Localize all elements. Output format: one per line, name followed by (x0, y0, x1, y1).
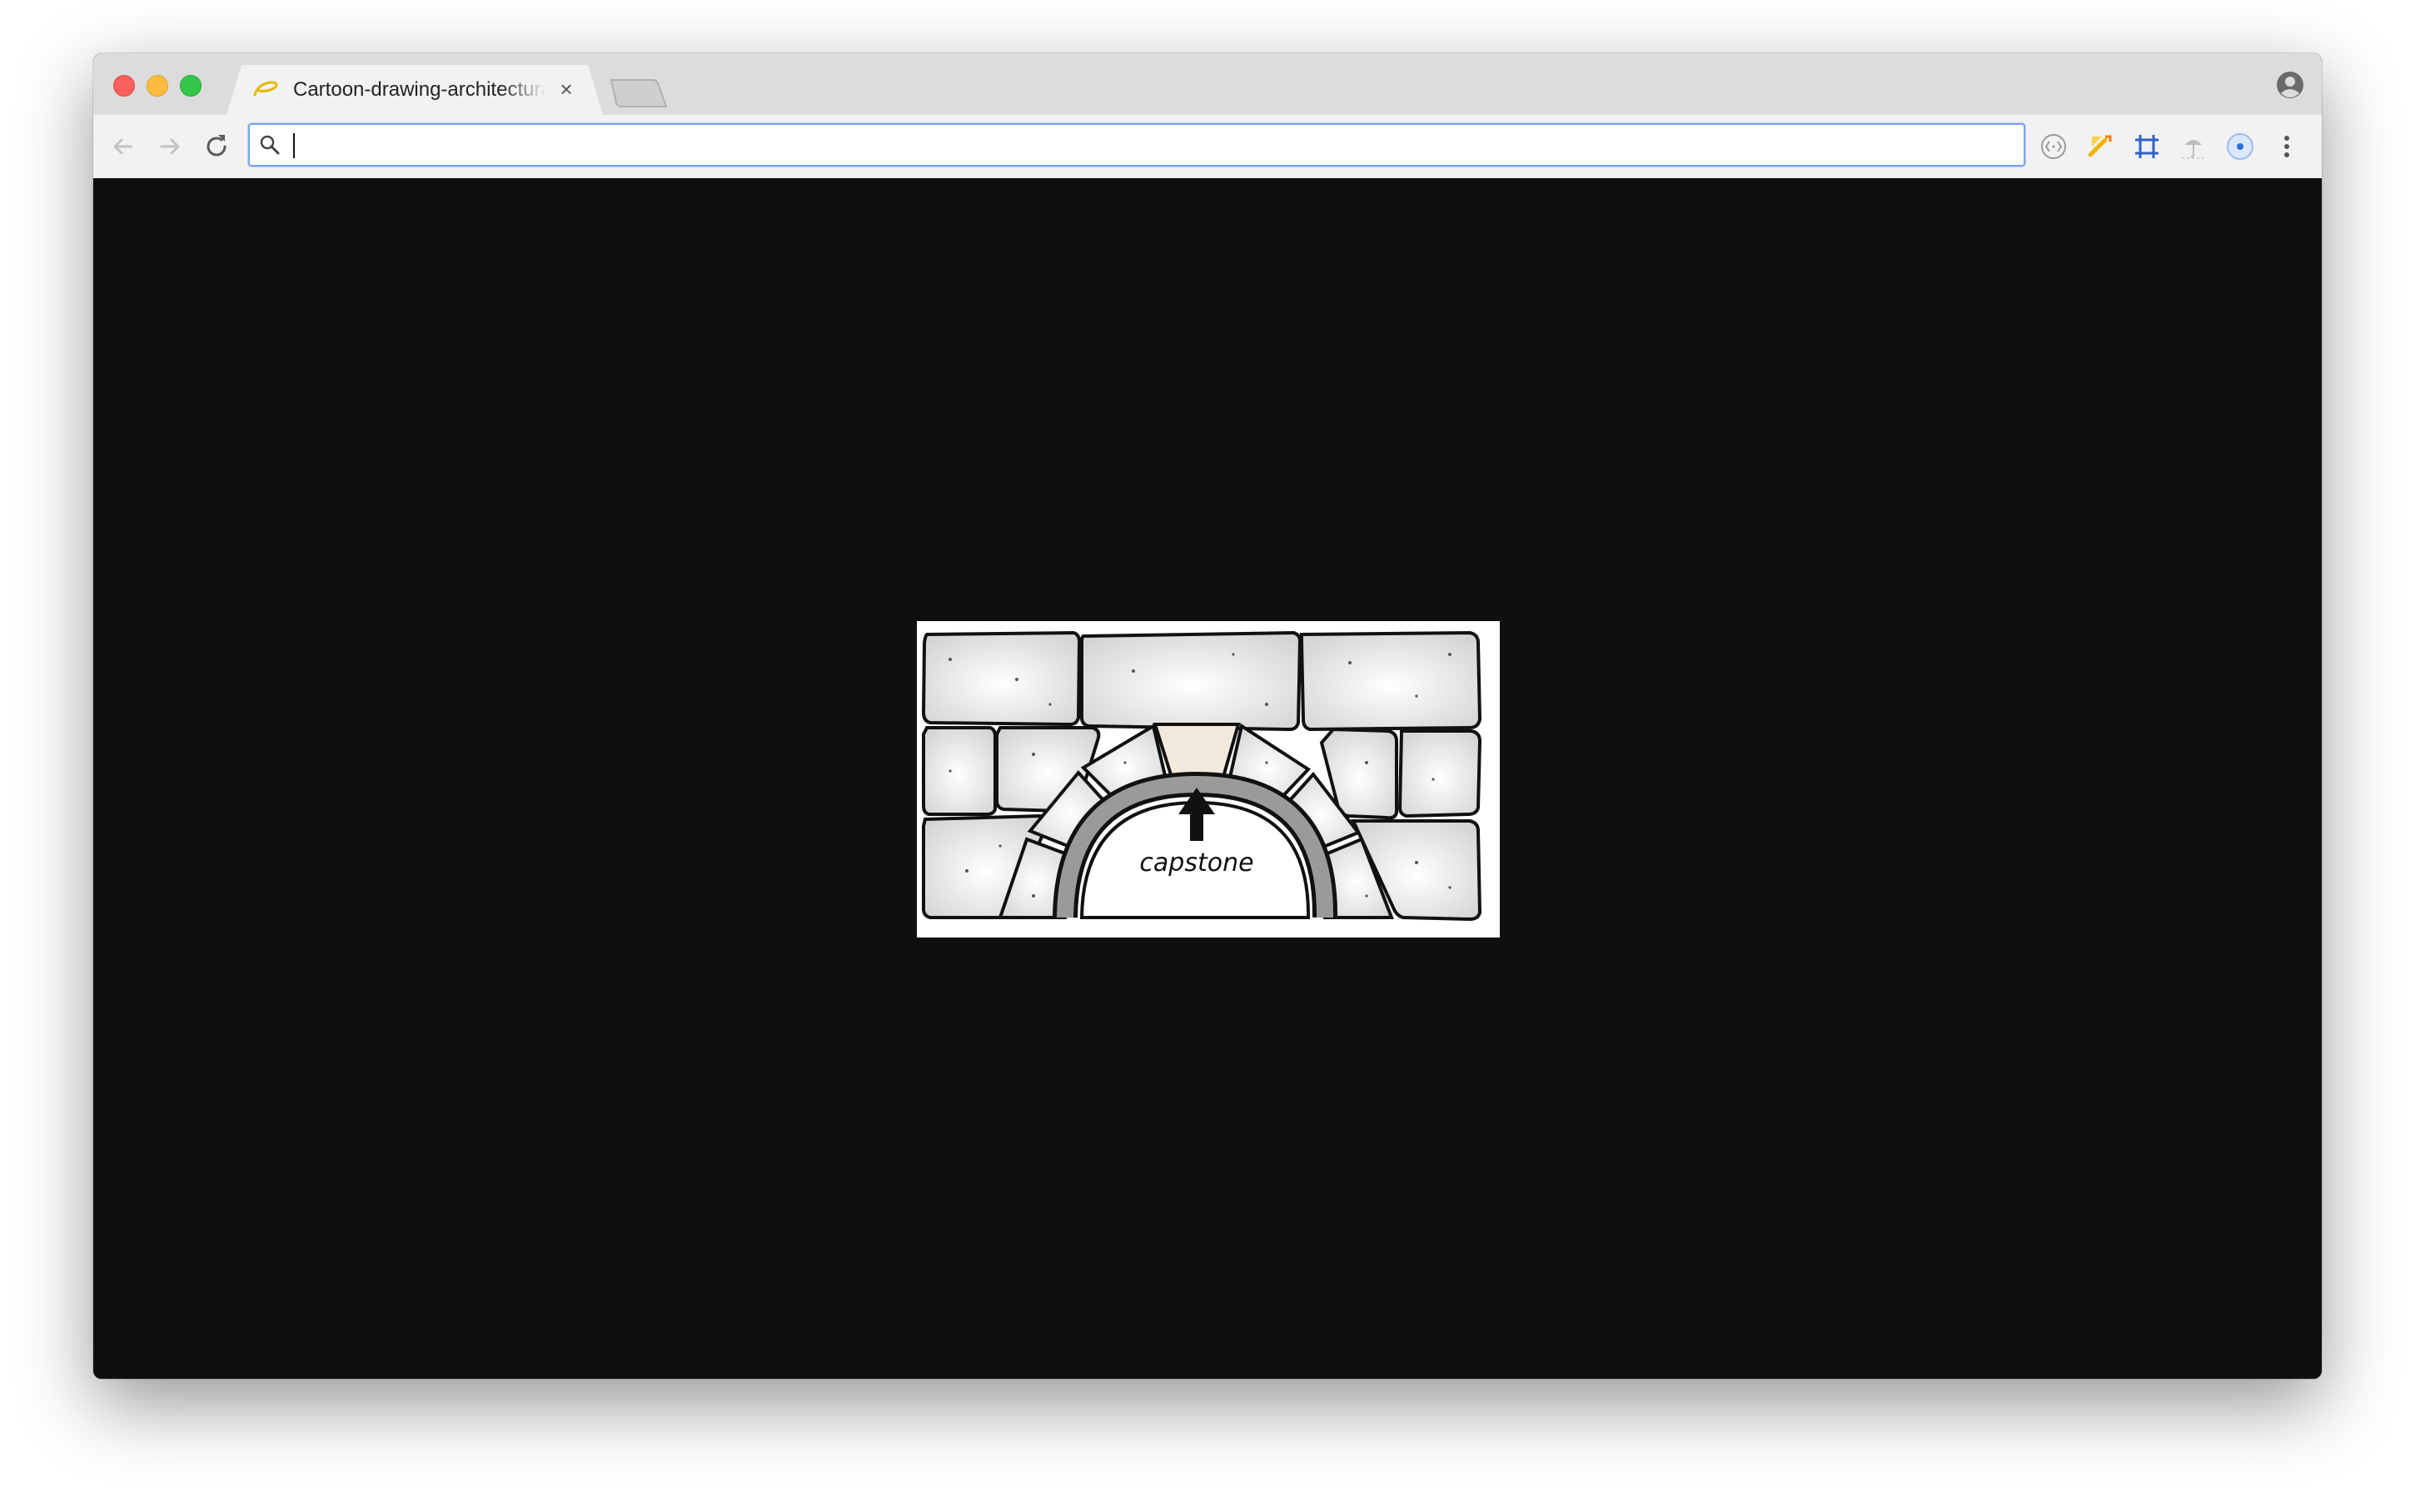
minimize-window-button[interactable] (147, 75, 168, 97)
paint-wand-icon[interactable] (2084, 130, 2117, 163)
text-caret (293, 133, 295, 158)
profile-icon[interactable] (2275, 70, 2305, 100)
tab-title: Cartoon-drawing-architectural-arch-capst… (293, 78, 546, 101)
close-window-button[interactable] (113, 75, 135, 97)
arrow-right-icon[interactable] (153, 130, 187, 163)
tab-close-button[interactable]: × (556, 78, 576, 100)
more-vert-icon[interactable] (2270, 130, 2303, 163)
arrow-left-icon[interactable] (107, 130, 140, 163)
crop-grid-icon[interactable] (2130, 130, 2164, 163)
code-brackets-icon[interactable] (2037, 130, 2070, 163)
maximize-window-button[interactable] (180, 75, 202, 97)
capstone-label: capstone (1139, 848, 1253, 878)
stone-arch-image: capstone (917, 621, 1500, 938)
blue-eye-icon[interactable] (2223, 130, 2257, 163)
yellow-swirl-icon (253, 81, 278, 97)
page-content: capstone (93, 178, 2322, 1379)
search-icon (260, 135, 280, 155)
title-bar: Cartoon-drawing-architectural-arch-capst… (93, 53, 2322, 115)
reload-icon[interactable] (200, 130, 233, 163)
active-tab[interactable]: Cartoon-drawing-architectural-arch-capst… (227, 65, 603, 115)
address-bar[interactable] (248, 123, 2025, 167)
cloud-umbrella-icon[interactable] (2177, 130, 2210, 163)
address-input[interactable] (291, 130, 2007, 160)
browser-toolbar (93, 115, 2322, 179)
new-tab-button[interactable] (610, 77, 668, 110)
browser-window: Cartoon-drawing-architectural-arch-capst… (93, 53, 2322, 1379)
